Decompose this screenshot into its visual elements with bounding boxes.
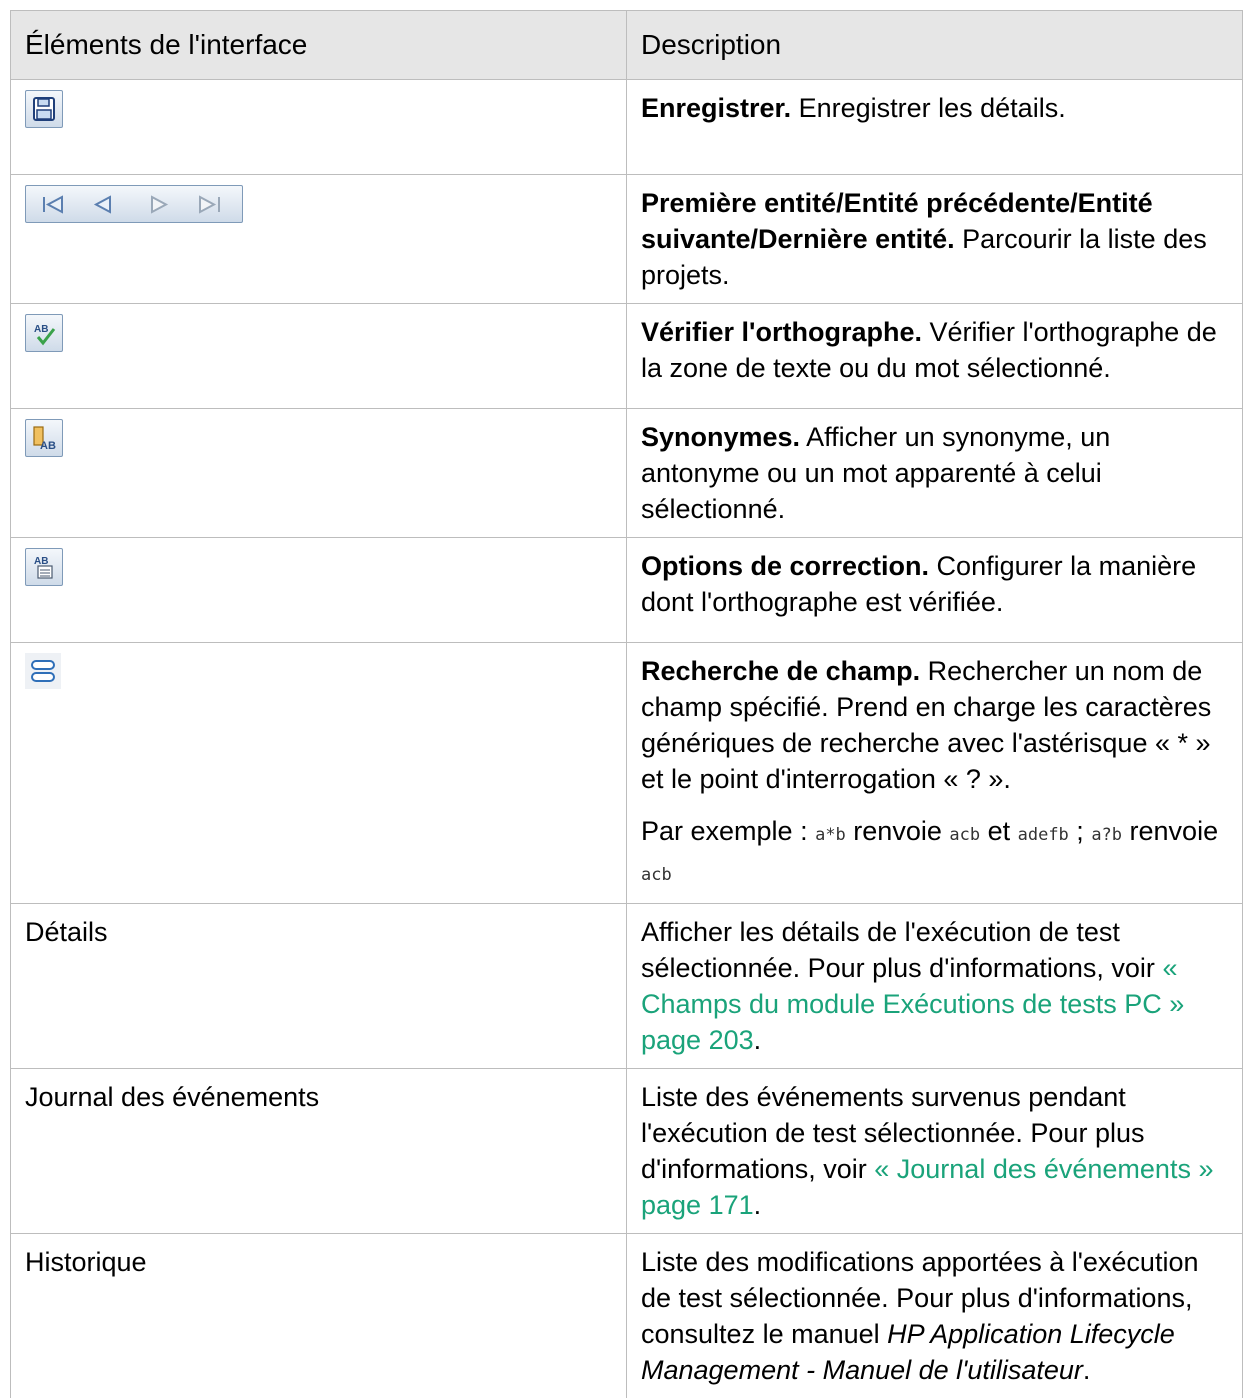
sentence-end: .	[754, 1025, 762, 1055]
example-code: a?b	[1091, 825, 1122, 845]
sentence-end: .	[1083, 1355, 1091, 1385]
ui-element-cell: Historique	[11, 1234, 627, 1398]
table-row: AB Synonymes. Afficher un synonyme, un a…	[11, 409, 1243, 538]
description-cell: Afficher les détails de l'exécution de t…	[627, 904, 1243, 1069]
svg-text:AB: AB	[34, 324, 48, 335]
table-row: Détails Afficher les détails de l'exécut…	[11, 904, 1243, 1069]
ui-element-cell: AB	[11, 304, 627, 409]
example-code: a*b	[815, 825, 846, 845]
svg-text:AB: AB	[34, 556, 48, 567]
description-cell: Liste des événements survenus pendant l'…	[627, 1069, 1243, 1234]
ui-element-cell	[11, 175, 627, 304]
svg-text:AB: AB	[40, 440, 56, 452]
element-title: Options de correction.	[641, 551, 929, 581]
example-prefix: Par exemple :	[641, 816, 815, 846]
element-title: Recherche de champ.	[641, 656, 920, 686]
ui-element-cell: Journal des événements	[11, 1069, 627, 1234]
example-code: acb	[641, 865, 672, 885]
description-cell: Vérifier l'orthographe. Vérifier l'ortho…	[627, 304, 1243, 409]
description-cell: Synonymes. Afficher un synonyme, un anto…	[627, 409, 1243, 538]
column-header-ui-elements: Éléments de l'interface	[11, 11, 627, 80]
element-description: Enregistrer les détails.	[791, 93, 1066, 123]
element-label-details: Détails	[25, 917, 108, 947]
example-text: et	[980, 816, 1018, 846]
element-title: Synonymes.	[641, 422, 800, 452]
field-search-icon[interactable]	[25, 653, 61, 689]
description-cell: Première entité/Entité précédente/Entité…	[627, 175, 1243, 304]
ui-element-cell: AB	[11, 538, 627, 643]
previous-entity-icon[interactable]	[96, 197, 110, 212]
element-description: Afficher les détails de l'exécution de t…	[641, 917, 1162, 983]
sentence-end: .	[754, 1190, 762, 1220]
column-header-description: Description	[627, 11, 1243, 80]
example-code: adefb	[1018, 825, 1069, 845]
example-note: Par exemple : a*b renvoie acb et adefb ;…	[641, 813, 1228, 893]
thesaurus-icon[interactable]: AB	[25, 419, 63, 457]
description-cell: Recherche de champ. Rechercher un nom de…	[627, 643, 1243, 904]
first-entity-icon[interactable]	[44, 197, 62, 212]
last-entity-icon[interactable]	[200, 197, 219, 212]
ui-elements-table: Éléments de l'interface Description Enre…	[10, 10, 1243, 1398]
table-row: Enregistrer. Enregistrer les détails.	[11, 80, 1243, 175]
table-row: AB Options de correction. Configurer la …	[11, 538, 1243, 643]
ui-element-cell	[11, 80, 627, 175]
navigation-icons	[25, 185, 243, 223]
description-cell: Options de correction. Configurer la man…	[627, 538, 1243, 643]
ui-element-cell: Détails	[11, 904, 627, 1069]
ui-element-cell: AB	[11, 409, 627, 538]
table-row: AB Vérifier l'orthographe. Vérifier l'or…	[11, 304, 1243, 409]
table-header-row: Éléments de l'interface Description	[11, 11, 1243, 80]
table-row: Première entité/Entité précédente/Entité…	[11, 175, 1243, 304]
ui-element-cell	[11, 643, 627, 904]
example-text: renvoie	[846, 816, 950, 846]
spell-check-icon[interactable]: AB	[25, 314, 63, 352]
description-cell: Enregistrer. Enregistrer les détails.	[627, 80, 1243, 175]
element-label-history: Historique	[25, 1247, 147, 1277]
example-code: acb	[949, 825, 980, 845]
spelling-options-icon[interactable]: AB	[25, 548, 63, 586]
table-row: Journal des événements Liste des événeme…	[11, 1069, 1243, 1234]
element-title: Vérifier l'orthographe.	[641, 317, 922, 347]
element-label-event-log: Journal des événements	[25, 1082, 319, 1112]
example-text: renvoie	[1122, 816, 1218, 846]
table-row: Historique Liste des modifications appor…	[11, 1234, 1243, 1398]
example-text: ;	[1069, 816, 1092, 846]
save-icon[interactable]	[25, 90, 63, 128]
element-title: Enregistrer.	[641, 93, 791, 123]
next-entity-icon[interactable]	[152, 197, 166, 212]
table-row: Recherche de champ. Rechercher un nom de…	[11, 643, 1243, 904]
description-cell: Liste des modifications apportées à l'ex…	[627, 1234, 1243, 1398]
